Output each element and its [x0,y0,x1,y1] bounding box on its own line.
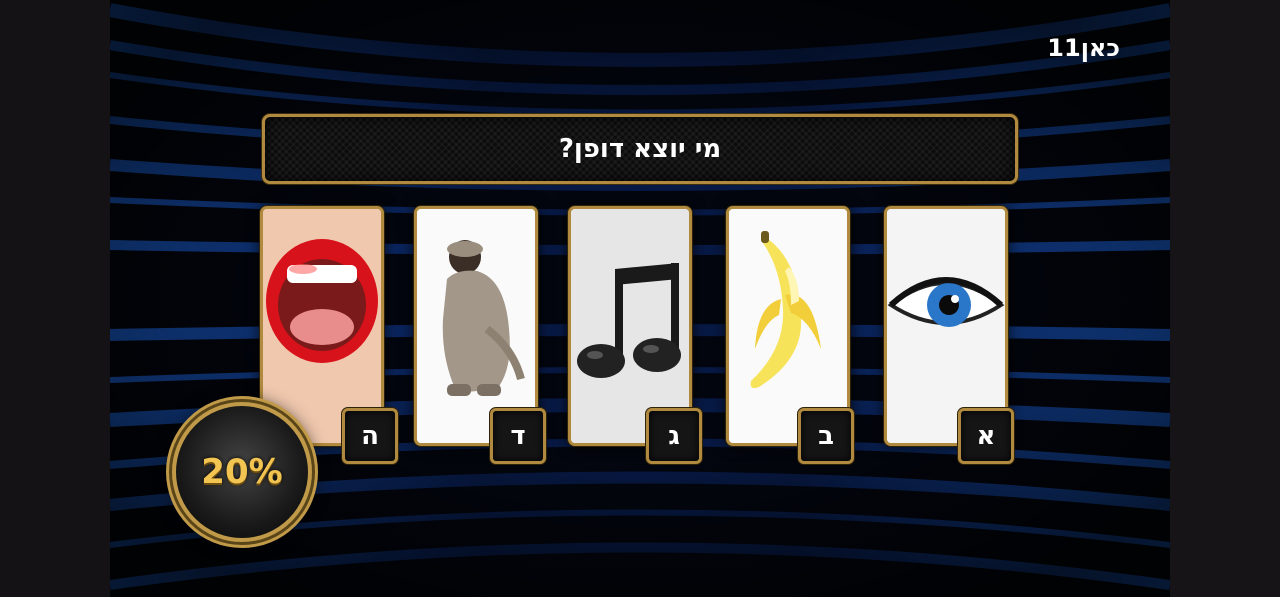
answer-letter-dalet[interactable]: ד [490,408,546,464]
answer-letter-he[interactable]: ה [342,408,398,464]
left-letterbox [0,0,110,597]
answer-letter-gimel[interactable]: ג [646,408,702,464]
game-stage: כאן11 מי יוצא דופן? ה ד ג ב א 20% [110,0,1170,597]
answer-letter-alef[interactable]: א [958,408,1014,464]
question-bar: מי יוצא דופן? [262,114,1018,184]
lifeline-label: 20% [201,452,283,492]
lifeline-20-percent[interactable]: 20% [172,402,312,542]
channel-logo: כאן11 [1047,34,1120,62]
question-text: מי יוצא דופן? [558,134,722,164]
answer-letter-bet[interactable]: ב [798,408,854,464]
right-letterbox [1170,0,1280,597]
